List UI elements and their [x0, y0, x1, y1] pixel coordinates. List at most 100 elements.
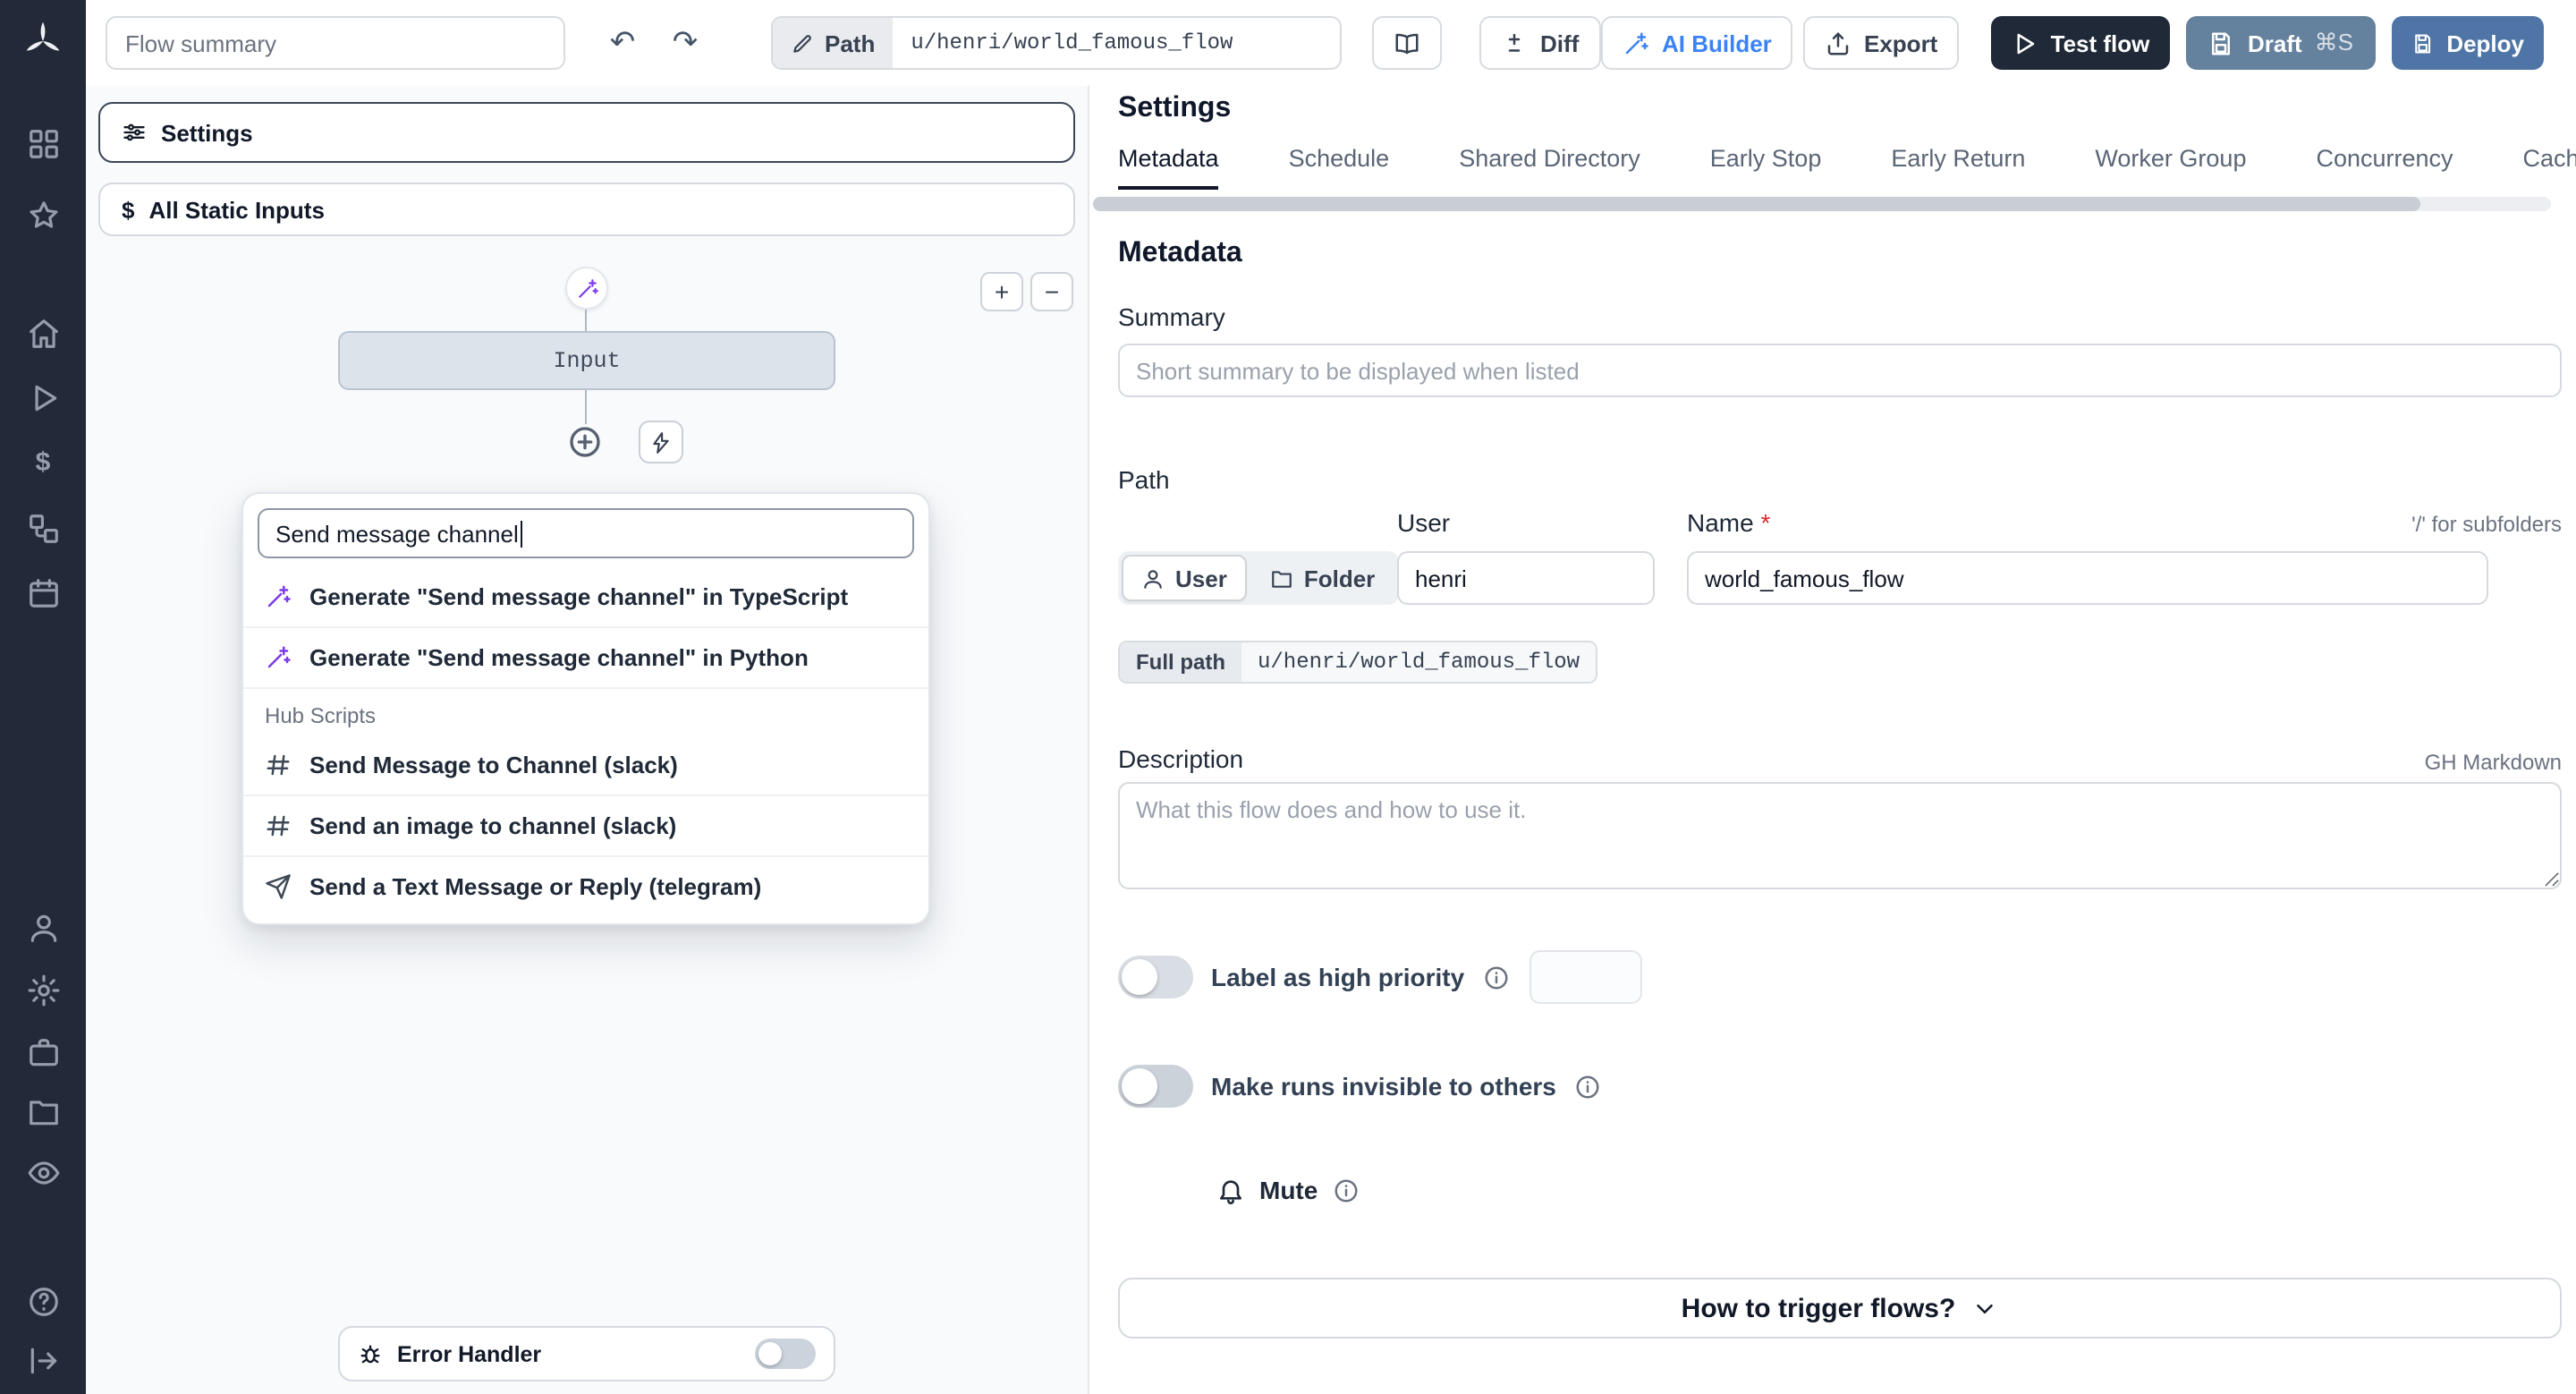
folder-icon [1272, 570, 1292, 587]
screen: $ ↶ ↷ [0, 0, 2576, 1394]
flow-edge [585, 310, 587, 331]
wand-icon [1625, 31, 1648, 54]
sidebar-item-folders[interactable] [0, 1095, 86, 1129]
result-hub-slack-message[interactable]: Send Message to Channel (slack) [243, 734, 928, 795]
high-priority-row: Label as high priority [1118, 950, 1509, 1004]
invisible-runs-toggle[interactable] [1118, 1065, 1193, 1108]
result-hub-slack-image[interactable]: Send an image to channel (slack) [243, 795, 928, 855]
sidebar-item-schedules[interactable] [0, 576, 86, 610]
export-button[interactable]: Export [1803, 16, 1960, 70]
undo-button[interactable]: ↶ [596, 16, 649, 70]
sidebar-item-favorites[interactable] [0, 199, 86, 233]
deploy-button[interactable]: Deploy [2392, 16, 2544, 70]
high-priority-toggle[interactable] [1118, 956, 1193, 999]
how-to-trigger-flows[interactable]: How to trigger flows? [1118, 1278, 2562, 1339]
tab-shared-directory[interactable]: Shared Directory [1459, 140, 1640, 190]
path-name-input[interactable] [1687, 551, 2488, 605]
test-flow-button[interactable]: Test flow [1991, 16, 2170, 70]
draft-button[interactable]: Draft ⌘S [2186, 16, 2376, 70]
home-icon [29, 319, 57, 348]
summary-input[interactable] [1118, 344, 2562, 397]
windmill-logo[interactable] [0, 20, 86, 63]
diff-icon [1508, 32, 1521, 51]
sidebar-item-settings[interactable] [0, 973, 86, 1007]
owner-folder-button[interactable]: Folder [1250, 555, 1394, 601]
info-icon[interactable] [1332, 1177, 1359, 1203]
briefcase-icon [29, 1039, 57, 1067]
book-icon [1395, 32, 1419, 54]
windmill-logo-icon [26, 21, 60, 51]
wand-icon [578, 278, 597, 297]
sidebar-item-home[interactable] [0, 317, 86, 351]
metadata-section-title: Metadata [1118, 238, 1242, 268]
full-path-value: u/henri/world_famous_flow [1241, 642, 1597, 682]
tab-cache[interactable]: Cache [2523, 140, 2576, 190]
result-generate-typescript[interactable]: Generate "Send message channel" in TypeS… [243, 565, 928, 626]
step-search-input[interactable]: Send message channel [258, 508, 914, 558]
sidebar: $ [0, 0, 86, 1394]
owner-folder-label: Folder [1303, 565, 1376, 591]
flow-summary-input[interactable] [106, 16, 565, 70]
sidebar-item-workers[interactable] [0, 1036, 86, 1070]
lightning-icon [653, 431, 669, 453]
owner-user-button[interactable]: User [1122, 555, 1247, 601]
ai-builder-label: AI Builder [1662, 30, 1772, 56]
settings-title: Settings [1118, 93, 1232, 123]
tab-worker-group[interactable]: Worker Group [2095, 140, 2246, 190]
add-step-button[interactable] [567, 424, 603, 460]
description-textarea[interactable] [1118, 782, 2562, 889]
result-hub-telegram-message[interactable]: Send a Text Message or Reply (telegram) [243, 855, 928, 916]
zoom-out-button[interactable]: − [1030, 272, 1073, 311]
error-handler-node[interactable]: Error Handler [338, 1326, 835, 1381]
tab-concurrency[interactable]: Concurrency [2316, 140, 2453, 190]
path-control[interactable]: Path u/henri/world_famous_flow [771, 16, 1342, 70]
invisible-runs-row: Make runs invisible to others [1118, 1059, 1601, 1113]
zoom-in-button[interactable]: + [980, 272, 1023, 311]
tab-early-return[interactable]: Early Return [1891, 140, 2025, 190]
bell-icon [1216, 1176, 1245, 1204]
tabs-scrollbar-thumb[interactable] [1093, 197, 2420, 211]
error-handler-toggle[interactable] [755, 1339, 816, 1369]
sidebar-collapse[interactable] [0, 1344, 86, 1378]
flow-settings-node[interactable]: Settings [98, 102, 1075, 163]
info-icon[interactable] [1574, 1073, 1601, 1100]
path-edit-chip[interactable]: Path [773, 18, 894, 68]
sidebar-item-help[interactable] [0, 1285, 86, 1319]
docs-button[interactable] [1372, 16, 1442, 70]
help-icon [29, 1288, 57, 1316]
sidebar-item-resources[interactable] [0, 512, 86, 546]
ai-builder-button[interactable]: AI Builder [1601, 16, 1793, 70]
priority-value-input[interactable] [1530, 950, 1642, 1004]
tab-metadata[interactable]: Metadata [1118, 140, 1219, 190]
info-icon[interactable] [1482, 964, 1509, 990]
redo-button[interactable]: ↷ [658, 16, 712, 70]
path-user-input[interactable] [1397, 551, 1655, 605]
sidebar-item-runs[interactable] [0, 381, 86, 415]
gh-markdown-hint: GH Markdown [2424, 750, 2562, 775]
result-label: Generate "Send message channel" in TypeS… [309, 582, 849, 609]
deploy-label: Deploy [2446, 30, 2524, 56]
step-search-value: Send message channel [275, 520, 519, 547]
ai-flow-button[interactable] [565, 267, 608, 310]
arrow-right-icon [30, 1347, 56, 1374]
pencil-icon [793, 34, 811, 52]
result-generate-python[interactable]: Generate "Send message channel" in Pytho… [243, 626, 928, 687]
chevron-down-icon [1977, 1304, 1994, 1313]
sidebar-item-variables[interactable]: $ [0, 446, 86, 480]
quick-action-button[interactable] [639, 421, 683, 463]
sidebar-item-user[interactable] [0, 911, 86, 945]
static-inputs-node[interactable]: $ All Static Inputs [98, 183, 1075, 236]
export-icon [1827, 31, 1849, 55]
sidebar-item-groups[interactable] [0, 1156, 86, 1190]
hub-scripts-header: Hub Scripts [243, 687, 928, 734]
slack-icon [267, 815, 290, 837]
dollar-icon: $ [35, 447, 51, 478]
tab-early-stop[interactable]: Early Stop [1710, 140, 1822, 190]
toggle-knob [1122, 959, 1157, 995]
sidebar-item-apps[interactable] [0, 127, 86, 161]
input-node[interactable]: Input [338, 331, 835, 390]
bug-icon [360, 1344, 380, 1363]
tab-schedule[interactable]: Schedule [1289, 140, 1390, 190]
eye-icon [27, 1161, 59, 1185]
diff-button[interactable]: Diff [1479, 16, 1601, 70]
